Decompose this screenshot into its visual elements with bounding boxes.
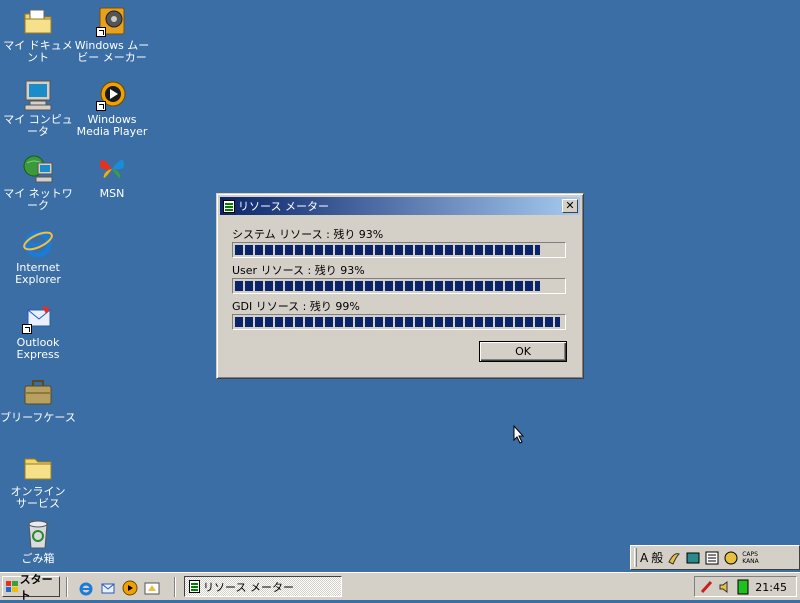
desktop-icon-label: MSN [99, 187, 125, 200]
desktop-icon-label: ごみ箱 [21, 552, 55, 565]
ime-conversion-style[interactable]: 般 [651, 549, 663, 566]
mouse-cursor-icon [513, 424, 525, 447]
computer-icon [22, 79, 54, 111]
desktop-icon-label: Windows ムー ビー メーカー [74, 39, 150, 64]
resource-meter-icon [189, 580, 200, 593]
ime-bar-grip[interactable] [634, 548, 637, 567]
shortcut-arrow-icon [22, 324, 32, 334]
taskbar-separator [66, 577, 68, 597]
start-label: スタート [19, 572, 53, 602]
resource-meter-tray-icon[interactable] [735, 579, 751, 595]
gdi-resource-label: GDI リソース : 残り 99% [232, 300, 360, 313]
user-resource-meter [232, 278, 566, 294]
resource-meter-window: リソース メーター ✕ システム リソース : 残り 93% User リソース… [216, 193, 584, 379]
desktop-icon-label: Windows Media Player [76, 113, 148, 138]
quicklaunch-internet-explorer-icon[interactable] [78, 580, 94, 596]
start-button[interactable]: スタート [2, 573, 60, 602]
meter-fill [235, 245, 540, 255]
title-bar[interactable]: リソース メーター ✕ [220, 197, 580, 215]
quicklaunch-media-player-icon[interactable] [122, 580, 138, 596]
ime-help-icon[interactable] [723, 550, 739, 566]
system-resource-label: システム リソース : 残り 93% [232, 228, 384, 241]
desktop-icon-label: マイ コンピュータ [3, 113, 73, 138]
system-tray: 21:45 [694, 576, 797, 597]
desktop-icon-msn[interactable]: MSN [74, 153, 150, 200]
windows-logo-icon [6, 581, 18, 592]
ime-mode[interactable]: A [640, 551, 648, 565]
meter-fill [235, 281, 540, 291]
desktop-icon-online-services[interactable]: オンライン サービス [0, 451, 76, 510]
volume-icon[interactable] [717, 579, 733, 595]
caps-label: CAPS [742, 550, 758, 558]
folder-icon [22, 451, 54, 483]
desktop-icon-my-network[interactable]: マイ ネットワーク [0, 153, 76, 212]
ime-language-bar: A 般 CAPS KANA [630, 545, 800, 570]
taskbar-item-label: リソース メーター [203, 580, 294, 594]
ime-properties-icon[interactable] [704, 550, 720, 566]
desktop-icon-internet-explorer[interactable]: Internet Explorer [0, 227, 76, 286]
ok-button[interactable]: OK [479, 341, 567, 362]
desktop-icon-label: ブリーフケース [0, 411, 76, 424]
gdi-resource-meter [232, 314, 566, 330]
desktop-icon-label: マイ ドキュメント [3, 39, 73, 64]
ime-dictionary-icon[interactable] [685, 550, 701, 566]
desktop-icon-outlook-express[interactable]: Outlook Express [0, 302, 76, 361]
desktop-icon-briefcase[interactable]: ブリーフケース [0, 377, 76, 424]
ime-pad-icon[interactable] [666, 550, 682, 566]
window-title: リソース メーター [238, 200, 329, 213]
pen-tray-icon[interactable] [699, 579, 715, 595]
quicklaunch-outlook-express-icon[interactable] [100, 580, 116, 596]
quicklaunch-show-desktop-icon[interactable] [144, 580, 160, 596]
internet-explorer-icon [22, 227, 54, 259]
clock[interactable]: 21:45 [755, 581, 787, 594]
desktop-icon-label: Internet Explorer [15, 261, 61, 286]
desktop-icon-windows-media-player[interactable]: Windows Media Player [74, 79, 150, 138]
resource-meter-icon [223, 199, 235, 213]
desktop-icon-label: オンライン サービス [10, 485, 66, 510]
desktop-icon-recycle-bin[interactable]: ごみ箱 [0, 518, 76, 565]
close-button[interactable]: ✕ [562, 199, 578, 213]
taskbar: スタート リソース メーター 21:45 [0, 572, 800, 602]
movie-maker-icon [96, 5, 128, 37]
system-resource-meter [232, 242, 566, 258]
caps-kana-indicator: CAPS KANA [742, 551, 759, 565]
shortcut-arrow-icon [96, 101, 106, 111]
taskbar-item-resource-meter[interactable]: リソース メーター [184, 576, 342, 597]
desktop-icon-label: Outlook Express [16, 336, 60, 361]
outlook-express-icon [22, 302, 54, 334]
user-resource-label: User リソース : 残り 93% [232, 264, 365, 277]
desktop-icon-windows-movie-maker[interactable]: Windows ムー ビー メーカー [74, 5, 150, 64]
briefcase-icon [22, 377, 54, 409]
media-player-icon [96, 79, 128, 111]
folder-icon [22, 5, 54, 37]
taskbar-separator [174, 577, 176, 597]
close-icon: ✕ [565, 199, 575, 212]
desktop-icon-my-computer[interactable]: マイ コンピュータ [0, 79, 76, 138]
recycle-bin-icon [22, 518, 54, 550]
meter-fill [235, 317, 560, 327]
msn-butterfly-icon [96, 153, 128, 185]
network-icon [22, 153, 54, 185]
shortcut-arrow-icon [96, 27, 106, 37]
desktop-icon-my-documents[interactable]: マイ ドキュメント [0, 5, 76, 64]
kana-label: KANA [742, 557, 759, 565]
desktop-icon-label: マイ ネットワーク [3, 187, 73, 212]
